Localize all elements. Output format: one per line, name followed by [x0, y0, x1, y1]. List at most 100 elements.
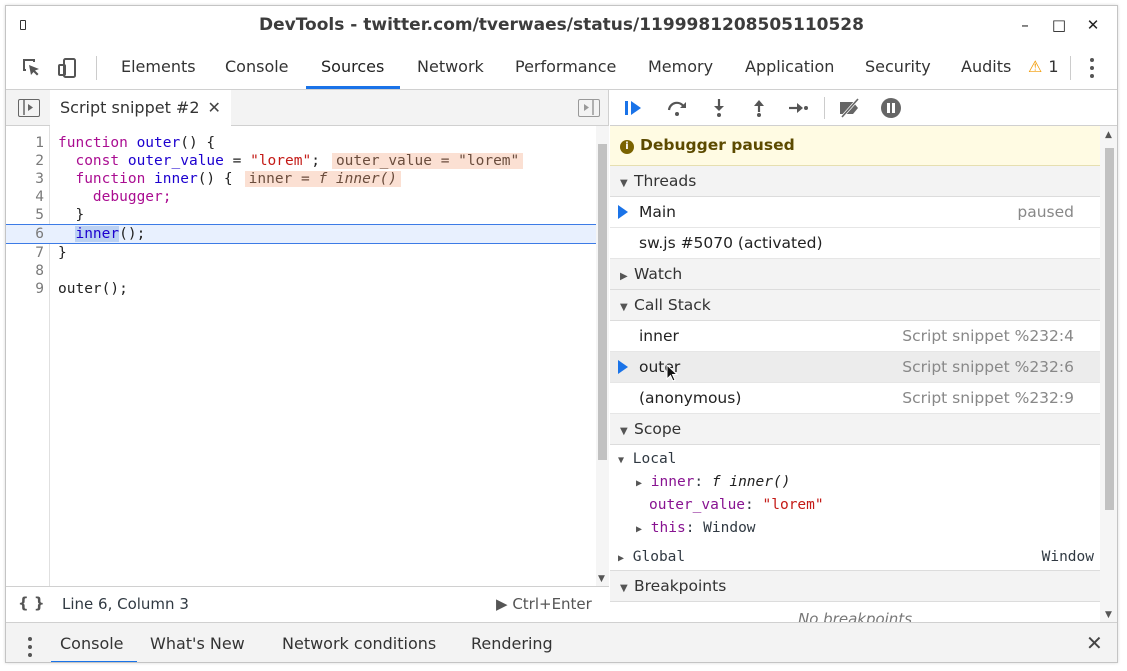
toolbar-divider [1070, 56, 1071, 80]
thread-row[interactable]: sw.js #5070 (activated) [610, 228, 1100, 259]
drawer-tab-network-conditions[interactable]: Network conditions [282, 634, 436, 653]
tab-elements[interactable]: Elements [121, 57, 196, 76]
threads-section-header[interactable]: ▼ Threads [610, 166, 1100, 197]
toggle-navigator-icon[interactable] [18, 99, 40, 117]
keyword: const [75, 153, 120, 169]
code-text: (); [119, 226, 146, 242]
drawer-tab-whats-new[interactable]: What's New [150, 634, 245, 653]
expanded-triangle-icon: ▼ [620, 426, 628, 437]
tab-console[interactable]: Console [225, 57, 289, 76]
sidebar-scrollbar[interactable]: ▲ ▼ [1100, 126, 1117, 622]
code-line: 1 function outer() { [6, 134, 596, 152]
inspect-element-icon[interactable] [20, 56, 44, 80]
editor-scrollbar-thumb[interactable] [598, 144, 607, 460]
window-title: DevTools - twitter.com/tverwaes/status/1… [259, 15, 864, 35]
run-snippet-button[interactable]: ▶ Ctrl+Enter [496, 595, 592, 613]
step-out-icon[interactable] [748, 97, 770, 119]
play-icon: ▶ [496, 595, 513, 613]
resume-icon[interactable] [622, 97, 644, 119]
scope-property[interactable]: ▶ this: Window [636, 520, 756, 536]
more-options-icon[interactable] [1090, 58, 1100, 82]
tab-network[interactable]: Network [417, 57, 484, 76]
thread-row[interactable]: Main paused [610, 197, 1100, 228]
collapsed-triangle-icon: ▶ [620, 271, 628, 282]
call-stack-section-header[interactable]: ▼ Call Stack [610, 290, 1100, 321]
code-text: } [58, 245, 67, 261]
tab-performance[interactable]: Performance [515, 57, 616, 76]
step-icon[interactable] [787, 97, 809, 119]
scroll-down-icon[interactable]: ▼ [598, 574, 605, 584]
tab-sources[interactable]: Sources [321, 57, 384, 76]
call-frame-location[interactable]: Script snippet %232:9 [902, 389, 1074, 407]
step-over-icon[interactable] [666, 97, 688, 119]
deactivate-breakpoints-icon[interactable] [838, 97, 860, 119]
devtools-window: DevTools - twitter.com/tverwaes/status/1… [5, 5, 1118, 663]
call-frame-location[interactable]: Script snippet %232:6 [902, 358, 1074, 376]
warnings-counter[interactable]: ⚠ 1 [1028, 57, 1059, 76]
drawer-menu-icon[interactable] [28, 637, 32, 661]
call-frame-row[interactable]: (anonymous) Script snippet %232:9 [610, 383, 1100, 414]
scope-local[interactable]: ▼ Local [618, 451, 676, 467]
call-frame-row-selected[interactable]: outer Script snippet %232:6 [610, 352, 1100, 383]
tab-security[interactable]: Security [865, 57, 931, 76]
close-window-button[interactable]: ✕ [1082, 14, 1104, 36]
pretty-print-icon[interactable]: { } [18, 594, 45, 612]
scroll-down-icon[interactable]: ▼ [1105, 610, 1112, 620]
line-number[interactable]: 9 [6, 280, 44, 298]
toolbar-divider [96, 56, 97, 80]
maximize-button[interactable]: □ [1048, 14, 1070, 36]
minimize-button[interactable]: – [1014, 14, 1036, 36]
line-number[interactable]: 5 [6, 206, 44, 224]
identifier: inner [154, 171, 198, 187]
scope-global-value: Window [1041, 549, 1094, 565]
code-line: 9 outer(); [6, 280, 596, 298]
current-thread-icon [618, 205, 628, 219]
scope-global[interactable]: ▶ Global [618, 549, 685, 565]
code-line: 8 [6, 262, 596, 280]
breakpoints-section-header[interactable]: ▼ Breakpoints [610, 571, 1100, 602]
thread-state: paused [1017, 203, 1074, 221]
code-line: 5 } [6, 206, 596, 224]
device-toolbar-icon[interactable] [56, 56, 80, 80]
code-editor[interactable]: 1 function outer() { 2 const outer_value… [6, 126, 596, 586]
sidebar-scrollbar-thumb[interactable] [1105, 148, 1114, 510]
inline-value: inner = f inner() [244, 171, 402, 187]
editor-scrollbar[interactable]: ▼ [596, 126, 609, 586]
code-line: 3 function inner() {inner = f inner() [6, 170, 596, 188]
scope-section-header[interactable]: ▼ Scope [610, 414, 1100, 445]
line-number[interactable]: 6 [6, 225, 44, 243]
title-bar: DevTools - twitter.com/tverwaes/status/1… [6, 6, 1117, 44]
pause-on-exceptions-icon[interactable] [880, 97, 902, 119]
selected-frame-icon [618, 360, 628, 374]
expanded-triangle-icon: ▼ [620, 583, 628, 594]
call-frame-row[interactable]: inner Script snippet %232:4 [610, 321, 1100, 352]
scope-property[interactable]: outer_value: "lorem" [649, 497, 824, 513]
watch-section-header[interactable]: ▶ Watch [610, 259, 1100, 290]
tab-audits[interactable]: Audits [961, 57, 1011, 76]
editor-file-tab[interactable]: Script snippet #2 ✕ [50, 90, 231, 126]
line-number[interactable]: 8 [6, 262, 44, 280]
drawer-tab-console[interactable]: Console [60, 634, 124, 653]
scope-property[interactable]: ▶ inner: f inner() [636, 474, 790, 490]
close-tab-icon[interactable]: ✕ [208, 98, 221, 117]
debugger-sidebar: i Debugger paused ▼ Threads Main paused sw.… [610, 126, 1100, 622]
line-number[interactable]: 2 [6, 152, 44, 170]
line-number[interactable]: 1 [6, 134, 44, 152]
toggle-debugger-icon[interactable] [578, 99, 600, 117]
identifier: inner [75, 226, 120, 242]
debugger-pane: i Debugger paused ▼ Threads Main paused sw.… [610, 90, 1117, 622]
close-drawer-icon[interactable]: ✕ [1086, 631, 1103, 655]
line-number[interactable]: 3 [6, 170, 44, 188]
step-into-icon[interactable] [708, 97, 730, 119]
scroll-up-icon[interactable]: ▲ [1105, 130, 1112, 140]
call-frame-location[interactable]: Script snippet %232:4 [902, 327, 1074, 345]
line-number[interactable]: 4 [6, 188, 44, 206]
expanded-triangle-icon: ▼ [620, 178, 628, 189]
tab-memory[interactable]: Memory [648, 57, 713, 76]
line-number[interactable]: 7 [6, 244, 44, 262]
drawer-tab-rendering[interactable]: Rendering [471, 634, 553, 653]
string-literal: "lorem" [250, 153, 312, 169]
code-line: 2 const outer_value = "lorem"; outer_valu… [6, 152, 596, 170]
tab-application[interactable]: Application [745, 57, 834, 76]
debugger-paused-banner: i Debugger paused [610, 126, 1100, 166]
